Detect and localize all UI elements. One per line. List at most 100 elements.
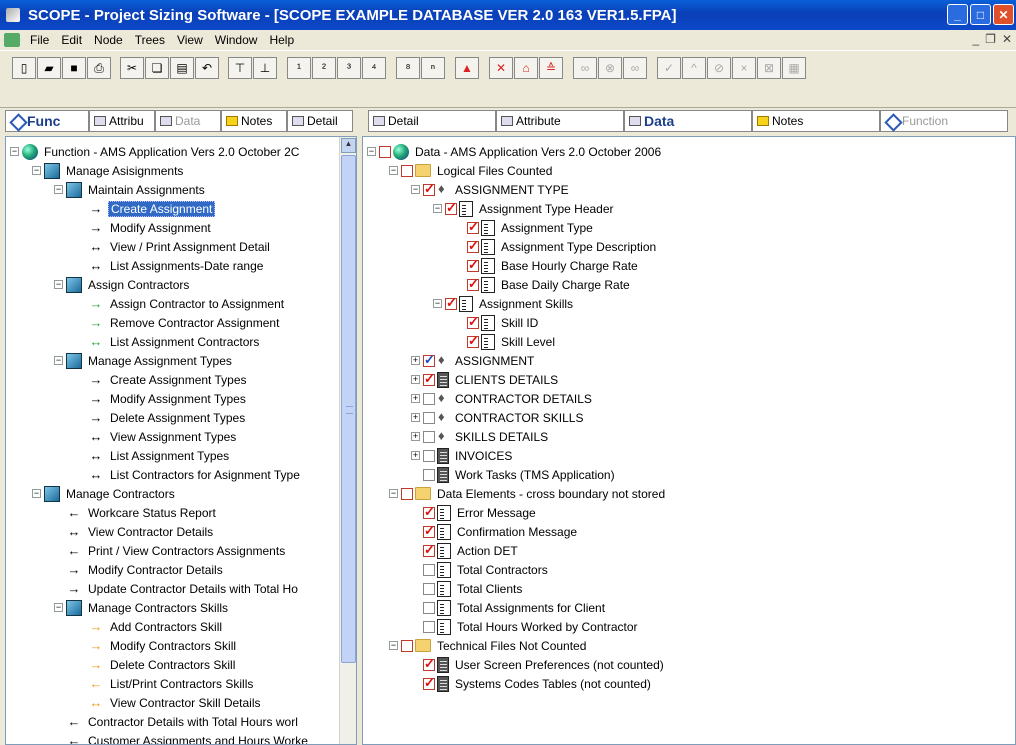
unlink-icon[interactable]: ⊗	[598, 57, 622, 79]
document-icon[interactable]	[4, 33, 20, 47]
tree-tool-icon[interactable]: ⊤	[228, 57, 252, 79]
expand-icon[interactable]: +	[411, 451, 420, 460]
data-tree-node[interactable]: Total Clients	[411, 579, 524, 598]
data-tree-node[interactable]: Assignment Type Description	[455, 237, 658, 256]
function-tree-node[interactable]: → Modify Assignment	[76, 218, 213, 237]
cross-grid-icon[interactable]: ⊠	[757, 57, 781, 79]
undo-icon[interactable]: ↶	[195, 57, 219, 79]
count-checkbox[interactable]	[467, 238, 479, 254]
tab-detail-right[interactable]: Detail	[368, 110, 496, 132]
level-4-icon[interactable]: ⁴	[362, 57, 386, 79]
function-tree-node[interactable]: → Delete Assignment Types	[76, 408, 247, 427]
data-tree-pane[interactable]: − Data - AMS Application Vers 2.0 October…	[362, 136, 1016, 745]
count-checkbox[interactable]	[467, 276, 479, 292]
data-tree-node[interactable]: Work Tasks (TMS Application)	[411, 465, 617, 484]
count-checkbox[interactable]	[401, 639, 413, 652]
menu-edit[interactable]: Edit	[55, 33, 88, 47]
save-icon[interactable]: ■	[62, 57, 86, 79]
data-tree-node[interactable]: Base Hourly Charge Rate	[455, 256, 640, 275]
tab-detail[interactable]: Detail	[287, 110, 353, 132]
collapse-icon[interactable]: −	[389, 166, 398, 175]
mdi-restore-button[interactable]: ❐	[985, 32, 996, 46]
function-tree-node[interactable]: ← Workcare Status Report	[54, 503, 218, 522]
link-icon[interactable]: ∞	[573, 57, 597, 79]
count-checkbox[interactable]	[423, 392, 435, 405]
data-tree-node[interactable]: User Screen Preferences (not counted)	[411, 655, 666, 674]
level-2-icon[interactable]: ²	[312, 57, 336, 79]
function-tree-node[interactable]: → Update Contractor Details with Total Ho	[54, 579, 300, 598]
count-checkbox[interactable]	[423, 542, 435, 558]
count-checkbox[interactable]	[423, 601, 435, 614]
cut-icon[interactable]: ✂	[120, 57, 144, 79]
count-checkbox[interactable]	[401, 164, 413, 177]
null-icon[interactable]: ⊘	[707, 57, 731, 79]
count-checkbox[interactable]	[423, 563, 435, 576]
collapse-icon[interactable]: −	[367, 147, 376, 156]
count-checkbox[interactable]	[423, 504, 435, 520]
data-tree-node[interactable]: Total Contractors	[411, 560, 550, 579]
data-tree-node[interactable]: + INVOICES	[411, 446, 514, 465]
count-checkbox[interactable]	[423, 468, 435, 481]
count-checkbox[interactable]	[423, 352, 435, 368]
red-up-icon[interactable]: ▲	[455, 57, 479, 79]
count-checkbox[interactable]	[467, 333, 479, 349]
data-tree-node[interactable]: Base Daily Charge Rate	[455, 275, 632, 294]
data-tree-node[interactable]: Systems Codes Tables (not counted)	[411, 674, 653, 693]
collapse-icon[interactable]: −	[389, 641, 398, 650]
function-tree-node[interactable]: ← Customer Assignments and Hours Worke	[54, 731, 310, 744]
function-tree-node[interactable]: − Manage Asisignments	[32, 161, 185, 180]
function-tree-node[interactable]: ↔ List Assignment Contractors	[76, 332, 261, 351]
function-tree-node[interactable]: − Assign Contractors	[54, 275, 191, 294]
collapse-icon[interactable]: −	[433, 299, 442, 308]
tab-function-right[interactable]: Function	[880, 110, 1008, 132]
function-tree-node[interactable]: → Modify Contractors Skill	[76, 636, 238, 655]
function-tree-node[interactable]: ← Print / View Contractors Assignments	[54, 541, 287, 560]
copy-icon[interactable]: ❏	[145, 57, 169, 79]
data-tree-node[interactable]: + CONTRACTOR SKILLS	[411, 408, 585, 427]
collapse-icon[interactable]: −	[10, 147, 19, 156]
scroll-up-button[interactable]: ▲	[341, 138, 356, 153]
data-tree-node[interactable]: − Technical Files Not Counted	[389, 636, 588, 655]
count-checkbox[interactable]	[423, 371, 435, 387]
check-icon[interactable]: ✓	[657, 57, 681, 79]
count-checkbox[interactable]	[423, 582, 435, 595]
function-tree-pane[interactable]: − Function - AMS Application Vers 2.0 Oct…	[5, 136, 357, 745]
data-tree-node[interactable]: Action DET	[411, 541, 520, 560]
count-checkbox[interactable]	[423, 620, 435, 633]
menu-file[interactable]: File	[24, 33, 55, 47]
menu-trees[interactable]: Trees	[129, 33, 171, 47]
count-checkbox[interactable]	[423, 675, 435, 691]
collapse-icon[interactable]: −	[389, 489, 398, 498]
function-tree-node[interactable]: → Delete Contractors Skill	[76, 655, 237, 674]
data-tree-node[interactable]: + CONTRACTOR DETAILS	[411, 389, 594, 408]
red-cross-icon[interactable]: ✕	[489, 57, 513, 79]
function-tree-node[interactable]: → Create Assignment	[76, 199, 216, 218]
function-tree-node[interactable]: → Modify Assignment Types	[76, 389, 248, 408]
function-tree-node[interactable]: ↔ View / Print Assignment Detail	[76, 237, 272, 256]
expand-icon[interactable]: +	[411, 375, 420, 384]
function-tree-node[interactable]: ← Contractor Details with Total Hours wor…	[54, 712, 300, 731]
data-tree-node[interactable]: Assignment Type	[455, 218, 595, 237]
paste-icon[interactable]: ▤	[170, 57, 194, 79]
data-tree-node[interactable]: Error Message	[411, 503, 538, 522]
menu-help[interactable]: Help	[263, 33, 300, 47]
count-checkbox[interactable]	[467, 314, 479, 330]
minimize-button[interactable]: _	[947, 4, 968, 25]
count-checkbox[interactable]	[467, 219, 479, 235]
data-tree-node[interactable]: Skill ID	[455, 313, 540, 332]
function-tree-node[interactable]: − Maintain Assignments	[54, 180, 207, 199]
grid-icon[interactable]: ▦	[782, 57, 806, 79]
title-bar[interactable]: SCOPE - Project Sizing Software - [SCOPE…	[0, 0, 1016, 30]
tree-tool-2-icon[interactable]: ⊥	[253, 57, 277, 79]
tab-notes-right[interactable]: Notes	[752, 110, 880, 132]
data-tree-node[interactable]: − Data Elements - cross boundary not stor…	[389, 484, 667, 503]
function-tree-node[interactable]: → Create Assignment Types	[76, 370, 249, 389]
data-tree-node[interactable]: Confirmation Message	[411, 522, 579, 541]
data-tree-node[interactable]: Total Assignments for Client	[411, 598, 607, 617]
open-icon[interactable]: ▰	[37, 57, 61, 79]
function-tree-node[interactable]: ↔ List Contractors for Asignment Type	[76, 465, 302, 484]
expand-icon[interactable]: +	[411, 394, 420, 403]
count-checkbox[interactable]	[445, 200, 457, 216]
data-tree-node[interactable]: − Logical Files Counted	[389, 161, 554, 180]
collapse-icon[interactable]: −	[54, 356, 63, 365]
